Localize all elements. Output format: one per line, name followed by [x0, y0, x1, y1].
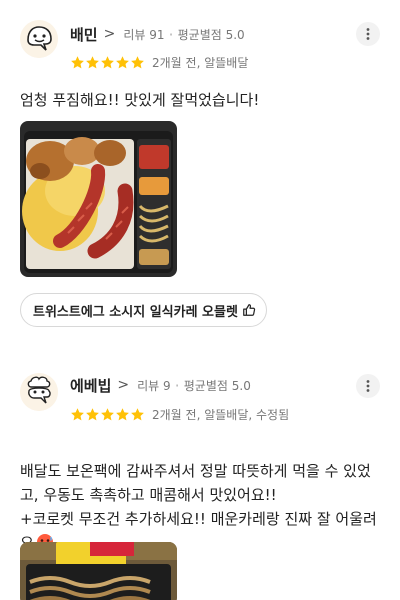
more-vertical-icon[interactable]: [356, 22, 380, 46]
star-icon: [86, 55, 99, 68]
review-photo[interactable]: [20, 542, 177, 600]
review-photo[interactable]: [20, 121, 177, 277]
more-vertical-icon[interactable]: [356, 374, 380, 398]
star-icon: [116, 407, 129, 420]
star-icon: [101, 407, 114, 420]
star-icon: [71, 407, 84, 420]
menu-chip[interactable]: 트위스트에그 소시지 일식카레 오믈렛: [20, 293, 267, 327]
thumbs-up-icon: [243, 304, 256, 316]
review-card: 배민 > 리뷰 91 · 평균별점 5.0 2개월 전, 알뜰배달 엄청 푸짐해…: [0, 0, 400, 340]
separator-dot: ·: [168, 24, 174, 44]
star-icon: [101, 55, 114, 68]
reviewer-name[interactable]: 에베빕: [70, 375, 111, 396]
chevron-right-icon[interactable]: >: [104, 26, 116, 42]
chevron-right-icon[interactable]: >: [117, 377, 129, 393]
star-icon: [131, 407, 144, 420]
menu-name: 트위스트에그 소시지 일식카레 오믈렛: [33, 304, 238, 320]
star-rating: [70, 407, 145, 422]
star-rating: [70, 55, 145, 70]
star-icon: [116, 55, 129, 68]
review-date: 2개월 전, 알뜰배달: [152, 55, 249, 70]
reviewer-name[interactable]: 배민: [70, 24, 98, 45]
review-count: 리뷰 9: [137, 378, 171, 393]
review-text-content: 배달도 보온팩에 감싸주셔서 정말 따뜻하게 먹을 수 있었고, 우동도 촉촉하…: [20, 462, 377, 552]
star-icon: [131, 55, 144, 68]
review-text: 엄청 푸짐해요!! 맛있게 잘먹었습니다!: [20, 91, 260, 109]
smiling-face-avatar-icon[interactable]: [20, 20, 58, 58]
review-date: 2개월 전, 알뜰배달, 수정됨: [152, 407, 290, 422]
average-rating: 평균별점 5.0: [177, 27, 245, 42]
review-count: 리뷰 91: [123, 27, 165, 42]
separator-dot: ·: [174, 375, 180, 395]
star-icon: [71, 55, 84, 68]
review-card: 에베빕 > 리뷰 9 · 평균별점 5.0 2개월 전, 알뜰배달, 수정됨 배…: [0, 340, 400, 600]
star-icon: [86, 407, 99, 420]
chef-face-avatar-icon[interactable]: [20, 373, 58, 411]
average-rating: 평균별점 5.0: [183, 378, 251, 393]
review-text: 배달도 보온팩에 감싸주셔서 정말 따뜻하게 먹을 수 있었고, 우동도 촉촉하…: [20, 435, 380, 558]
